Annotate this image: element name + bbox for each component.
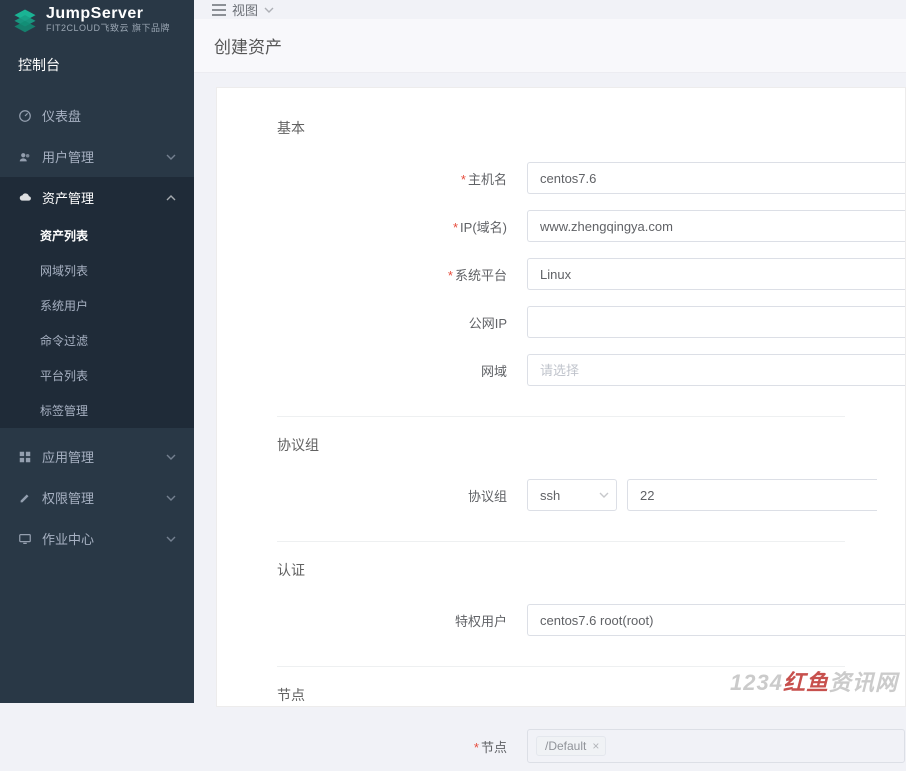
view-switcher[interactable]: 视图 — [232, 0, 258, 19]
ip-input[interactable] — [527, 210, 905, 242]
chevron-up-icon — [166, 193, 176, 203]
sidebar-item-dashboard[interactable]: 仪表盘 — [0, 95, 194, 136]
platform-select[interactable] — [527, 258, 905, 290]
label-platform: *系统平台 — [217, 265, 507, 284]
close-icon[interactable]: × — [592, 740, 599, 752]
chevron-down-icon — [599, 490, 609, 500]
chevron-down-icon — [166, 534, 176, 544]
menu-icon[interactable] — [212, 4, 226, 16]
row-public-ip: 公网IP — [217, 298, 905, 346]
sidebar-subitem-system-user[interactable]: 系统用户 — [0, 288, 194, 323]
row-hostname: *主机名 — [217, 154, 905, 202]
sidebar-item-label: 权限管理 — [42, 488, 94, 507]
label-ip: *IP(域名) — [217, 217, 507, 236]
row-priv-user: 特权用户 — [217, 596, 905, 644]
divider — [277, 416, 845, 417]
cloud-icon — [18, 191, 32, 205]
display-icon — [18, 532, 32, 546]
grid-icon — [18, 450, 32, 464]
hostname-input[interactable] — [527, 162, 905, 194]
port-input[interactable] — [627, 479, 877, 511]
node-select[interactable]: /Default × — [527, 729, 905, 763]
label-priv-user: 特权用户 — [217, 611, 507, 630]
chevron-down-icon — [166, 493, 176, 503]
page-title: 创建资产 — [194, 19, 906, 73]
edit-icon — [18, 491, 32, 505]
sidebar-item-label: 作业中心 — [42, 529, 94, 548]
sidebar-submenu-assets: 资产列表 网域列表 系统用户 命令过滤 平台列表 标签管理 — [0, 218, 194, 428]
row-domain: 网域 — [217, 346, 905, 394]
chevron-down-icon — [166, 152, 176, 162]
sidebar-subitem-label: 标签管理 — [40, 404, 88, 418]
chevron-down-icon — [166, 452, 176, 462]
sidebar-item-perms[interactable]: 权限管理 — [0, 477, 194, 518]
divider — [277, 541, 845, 542]
brand-logo-icon — [12, 7, 38, 33]
public-ip-input[interactable] — [527, 306, 905, 338]
section-basic: 基本 — [217, 110, 905, 154]
section-protocol: 协议组 — [217, 427, 905, 471]
sidebar-subitem-label: 系统用户 — [40, 299, 88, 313]
sidebar-item-label: 用户管理 — [42, 147, 94, 166]
dashboard-icon — [18, 109, 32, 123]
node-tag-label: /Default — [545, 739, 586, 753]
nav: 仪表盘 用户管理 资产管理 资产列表 网域列表 系统用户 命令过滤 平台列表 标… — [0, 95, 194, 559]
sidebar-item-label: 资产管理 — [42, 188, 94, 207]
chevron-down-icon — [264, 5, 274, 15]
label-domain: 网域 — [217, 361, 507, 380]
sidebar-subitem-asset-list[interactable]: 资产列表 — [0, 218, 194, 253]
sidebar-subitem-tag-mgmt[interactable]: 标签管理 — [0, 393, 194, 428]
console-label: 控制台 — [0, 41, 194, 95]
label-hostname: *主机名 — [217, 169, 507, 188]
form-panel: 基本 *主机名 *IP(域名) *系统平台 公网IP 网域 — [216, 87, 906, 707]
node-tag: /Default × — [536, 736, 606, 756]
sidebar-item-label: 仪表盘 — [42, 106, 81, 125]
row-ip: *IP(域名) — [217, 202, 905, 250]
brand: JumpServer FIT2CLOUD飞致云 旗下品牌 — [0, 0, 194, 41]
label-public-ip: 公网IP — [217, 313, 507, 332]
sidebar-subitem-label: 网域列表 — [40, 264, 88, 278]
sidebar-subitem-cmd-filter[interactable]: 命令过滤 — [0, 323, 194, 358]
brand-title: JumpServer — [46, 6, 170, 22]
sidebar-item-apps[interactable]: 应用管理 — [0, 436, 194, 477]
main: 视图 创建资产 基本 *主机名 *IP(域名) *系统平台 公网IP — [194, 0, 906, 703]
sidebar-item-label: 应用管理 — [42, 447, 94, 466]
sidebar-item-assets[interactable]: 资产管理 — [0, 177, 194, 218]
row-node: *节点 /Default × — [217, 721, 905, 771]
brand-subtitle: FIT2CLOUD飞致云 旗下品牌 — [46, 24, 170, 33]
label-node: *节点 — [217, 737, 507, 756]
topbar: 视图 — [194, 0, 906, 19]
row-protocol: 协议组 — [217, 471, 905, 519]
sidebar-item-jobs[interactable]: 作业中心 — [0, 518, 194, 559]
sidebar-subitem-label: 资产列表 — [40, 229, 88, 243]
section-auth: 认证 — [217, 552, 905, 596]
sidebar-subitem-label: 命令过滤 — [40, 334, 88, 348]
sidebar-subitem-label: 平台列表 — [40, 369, 88, 383]
sidebar-subitem-platform-list[interactable]: 平台列表 — [0, 358, 194, 393]
sidebar-subitem-domain-list[interactable]: 网域列表 — [0, 253, 194, 288]
row-platform: *系统平台 — [217, 250, 905, 298]
users-icon — [18, 150, 32, 164]
priv-user-select[interactable] — [527, 604, 905, 636]
sidebar-item-users[interactable]: 用户管理 — [0, 136, 194, 177]
section-node: 节点 — [217, 677, 905, 721]
label-protocol: 协议组 — [217, 486, 507, 505]
sidebar: JumpServer FIT2CLOUD飞致云 旗下品牌 控制台 仪表盘 用户管… — [0, 0, 194, 703]
domain-select[interactable] — [527, 354, 905, 386]
divider — [277, 666, 845, 667]
